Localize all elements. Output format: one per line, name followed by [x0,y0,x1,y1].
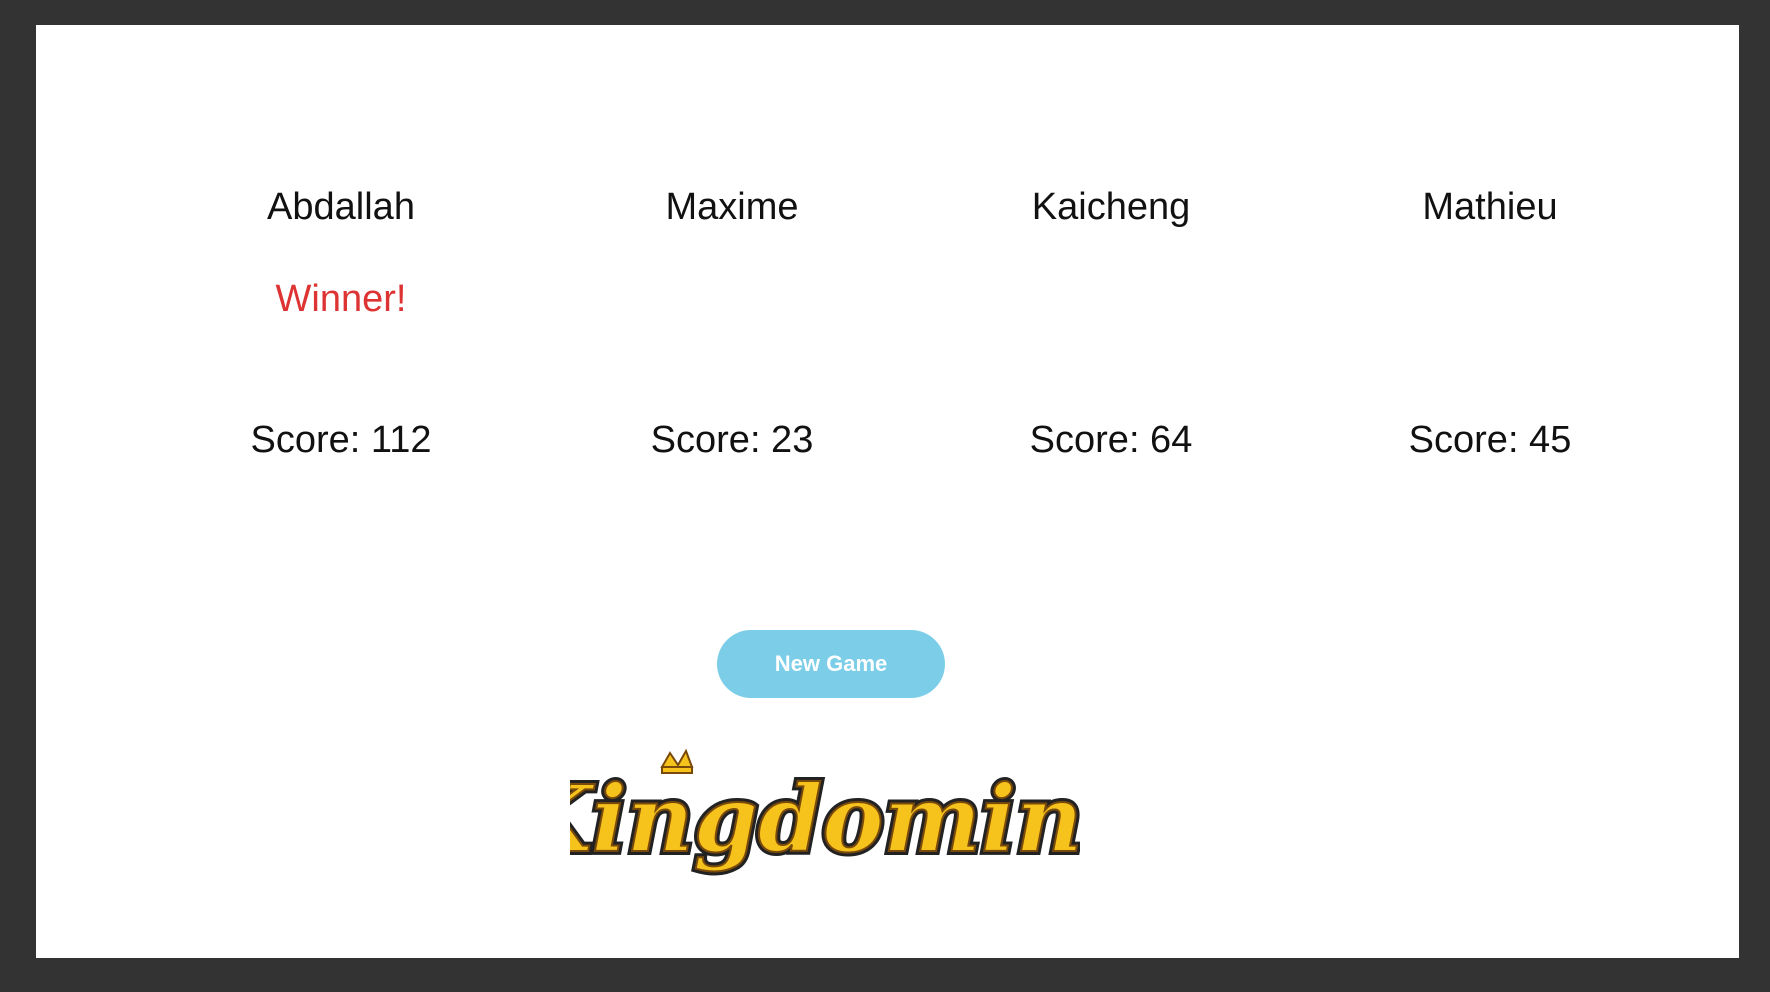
player-column-mathieu: Mathieu Score: 45 [1310,25,1670,505]
player-column-maxime: Maxime Score: 23 [552,25,912,505]
kingdomino-logo: Kingdomino Kingdomino [570,748,1080,877]
player-score: Score: 23 [650,419,814,461]
logo-text: Kingdomino [570,765,1080,873]
player-name: Abdallah [267,186,415,228]
player-column-abdallah: Abdallah Winner! Score: 112 [161,25,521,505]
player-score: Score: 112 [250,419,432,461]
player-column-kaicheng: Kaicheng Score: 64 [931,25,1291,505]
player-name: Maxime [665,186,799,228]
player-score: Score: 64 [1029,419,1193,461]
new-game-button[interactable]: New Game [717,630,945,698]
player-name: Kaicheng [1031,186,1191,228]
player-score: Score: 45 [1408,419,1572,461]
player-name: Mathieu [1422,186,1558,228]
winner-label: Winner! [275,278,407,320]
